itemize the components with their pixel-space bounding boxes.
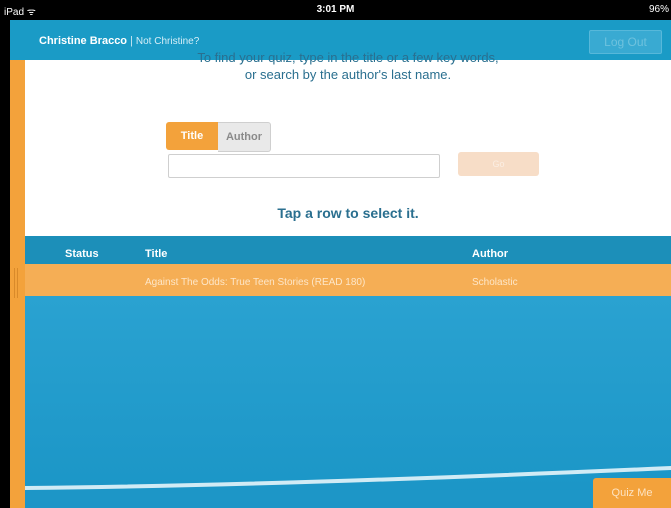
search-input[interactable] xyxy=(168,154,440,178)
column-title: Title xyxy=(145,248,168,260)
go-button[interactable]: Go xyxy=(458,152,539,176)
user-name: Christine Bracco xyxy=(39,35,128,47)
drag-handle-icon[interactable] xyxy=(14,268,18,298)
clock: 3:01 PM xyxy=(316,4,355,15)
row-title: Against The Odds: True Teen Stories (REA… xyxy=(145,277,366,288)
column-author: Author xyxy=(472,248,509,260)
not-user-link[interactable]: Not Christine? xyxy=(136,36,199,47)
search-mode-toggle: Title Author xyxy=(166,122,271,152)
results-list: Quiz Me xyxy=(25,296,671,508)
side-panel xyxy=(0,20,25,508)
row-author: Scholastic xyxy=(472,277,518,288)
table-header: Status Title Author xyxy=(25,236,671,264)
battery-level: 96% xyxy=(648,4,669,15)
search-instructions: To find your quiz, type in the title or … xyxy=(25,49,671,83)
instructions-line-2: or search by the author's last name. xyxy=(244,67,452,82)
column-status: Status xyxy=(65,248,99,260)
tap-hint: Tap a row to select it. xyxy=(277,205,419,221)
status-bar: iPad ᯤ 3:01 PM 96% xyxy=(0,0,671,20)
wave-decoration xyxy=(25,466,671,508)
quiz-me-button[interactable]: Quiz Me xyxy=(593,478,671,508)
table-row[interactable]: Against The Odds: True Teen Stories (REA… xyxy=(25,264,671,296)
user-separator: | xyxy=(130,35,133,47)
search-panel: To find your quiz, type in the title or … xyxy=(25,50,671,236)
segment-title[interactable]: Title xyxy=(166,122,218,150)
user-info: Christine Bracco | Not Christine? xyxy=(39,35,199,47)
instructions-line-1: To find your quiz, type in the title or … xyxy=(197,50,499,65)
segment-author[interactable]: Author xyxy=(218,122,271,152)
